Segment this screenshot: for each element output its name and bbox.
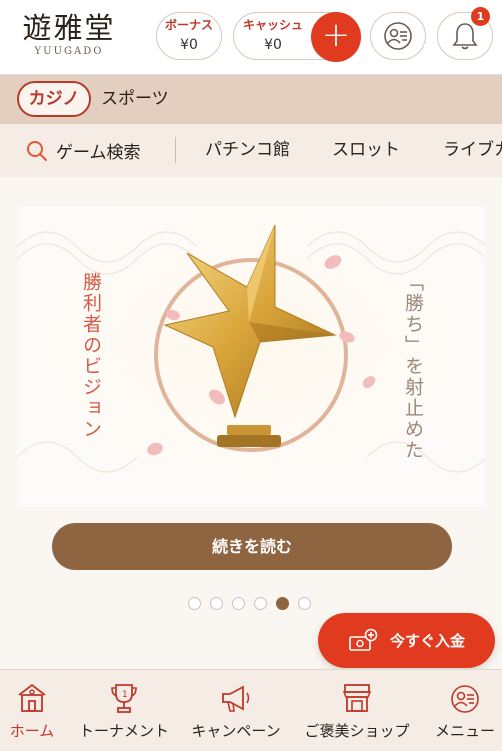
shop-icon (342, 684, 372, 712)
cash-text-group: キャッシュ ¥0 (234, 13, 312, 53)
bottom-nav: ホーム 1 トーナメント キャンペーン ご褒美ショップ メニュー (0, 669, 502, 751)
search-icon (27, 140, 47, 161)
nav-campaign[interactable]: キャンペーン (187, 670, 285, 751)
carousel-dot[interactable] (298, 597, 311, 610)
carousel-dot[interactable] (254, 597, 267, 610)
bell-icon (452, 23, 478, 50)
carousel-dot[interactable] (188, 597, 201, 610)
game-sub-nav: ゲーム検索 パチンコ館 スロット ライブカ (0, 124, 502, 177)
deposit-now-button[interactable]: 今すぐ入金 (318, 613, 495, 668)
carousel-dot-active[interactable] (276, 597, 289, 610)
nav-tournament-label: トーナメント (78, 722, 169, 740)
svg-text:1: 1 (122, 690, 128, 700)
add-funds-button[interactable]: + (311, 12, 361, 62)
cash-deposit-icon (349, 628, 378, 651)
carousel-dots (188, 597, 311, 610)
cash-value: ¥0 (264, 37, 282, 53)
nav-tournament[interactable]: 1 トーナメント (74, 670, 174, 751)
sub-nav-pachinko[interactable]: パチンコ館 (205, 124, 290, 177)
trophy-icon: 1 (111, 684, 137, 713)
logo-sub-text: YUUGADO (34, 46, 104, 57)
sub-nav-live[interactable]: ライブカ (443, 124, 502, 177)
nav-campaign-label: キャンペーン (191, 722, 281, 740)
category-bar: カジノ スポーツ (0, 75, 502, 124)
carousel-dot[interactable] (232, 597, 245, 610)
deposit-now-label: 今すぐ入金 (390, 632, 466, 650)
game-search-label: ゲーム検索 (56, 143, 141, 163)
bonus-balance[interactable]: ボーナス ¥0 (156, 12, 222, 60)
sub-nav-slot[interactable]: スロット (332, 124, 400, 177)
banner-right-text: 「勝ち」を射止めた (402, 272, 424, 461)
top-header: 遊雅堂 YUUGADO ボーナス ¥0 キャッシュ ¥0 + 1 (0, 0, 502, 75)
tab-casino[interactable]: カジノ (17, 81, 91, 117)
logo-main-text: 遊雅堂 (22, 11, 116, 45)
tab-sports[interactable]: スポーツ (101, 81, 169, 117)
read-more-button[interactable]: 続きを読む (52, 523, 452, 570)
nav-reward-shop[interactable]: ご褒美ショップ (300, 670, 414, 751)
carousel-dot[interactable] (210, 597, 223, 610)
nav-menu-label: メニュー (434, 722, 495, 740)
menu-icon (451, 685, 479, 713)
nav-home[interactable]: ホーム (0, 670, 64, 751)
cash-balance[interactable]: キャッシュ ¥0 + (233, 12, 361, 62)
notification-badge: 1 (471, 7, 490, 26)
game-search-button[interactable]: ゲーム検索 (26, 124, 141, 177)
profile-button[interactable] (370, 12, 426, 60)
megaphone-icon (222, 685, 250, 712)
bonus-label: ボーナス (164, 18, 213, 32)
notifications-button[interactable]: 1 (437, 7, 493, 60)
cash-label: キャッシュ (242, 18, 303, 32)
home-icon (18, 683, 46, 712)
profile-icon (384, 22, 412, 50)
nav-home-label: ホーム (9, 722, 55, 740)
banner-left-text: 勝利者のビジョン (80, 272, 102, 440)
logo[interactable]: 遊雅堂 YUUGADO (14, 12, 124, 58)
sub-nav-divider (175, 137, 176, 163)
bonus-value: ¥0 (180, 37, 198, 53)
nav-menu[interactable]: メニュー (428, 670, 502, 751)
nav-reward-shop-label: ご褒美ショップ (304, 722, 410, 740)
